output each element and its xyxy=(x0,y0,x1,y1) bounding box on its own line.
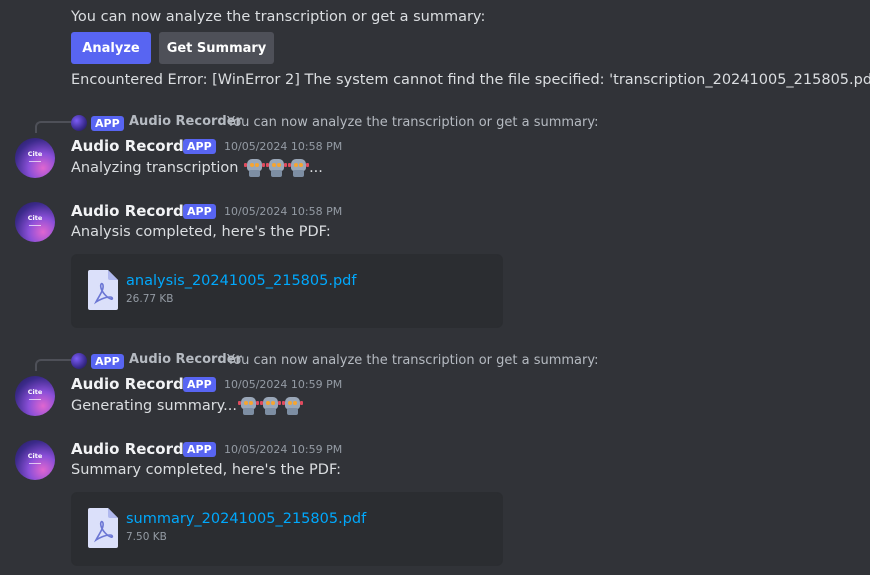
robot-emoji-group xyxy=(238,396,304,416)
file-size: 26.77 KB xyxy=(126,293,174,305)
robot-emoji-icon xyxy=(282,396,304,416)
reply-connector xyxy=(35,359,71,371)
app-tag: APP xyxy=(183,377,216,392)
analyze-button[interactable]: Analyze xyxy=(71,32,151,64)
avatar-label: Cite xyxy=(27,452,43,460)
file-attachment[interactable]: summary_20241005_215805.pdf 7.50 KB xyxy=(71,492,503,566)
robot-emoji-icon xyxy=(260,396,282,416)
author-name[interactable]: Audio Recorder xyxy=(71,440,201,458)
robot-emoji-icon xyxy=(266,158,288,178)
timestamp[interactable]: 10/05/2024 10:58 PM xyxy=(224,205,342,218)
avatar-label: Cite xyxy=(27,214,43,222)
message-suffix: ... xyxy=(309,160,323,176)
robot-emoji-icon xyxy=(244,158,266,178)
pdf-file-icon xyxy=(88,270,118,310)
app-tag: APP xyxy=(91,354,124,369)
reply-avatar[interactable] xyxy=(71,115,87,131)
reply-author[interactable]: Audio Recorder xyxy=(129,352,242,367)
robot-emoji-icon xyxy=(288,158,310,178)
reply-connector xyxy=(35,121,71,133)
pdf-file-icon xyxy=(88,508,118,548)
bot-avatar[interactable]: Cite xyxy=(15,202,55,242)
error-message: Encountered Error: [WinError 2] The syst… xyxy=(71,72,870,88)
file-attachment[interactable]: analysis_20241005_215805.pdf 26.77 KB xyxy=(71,254,503,328)
bot-avatar[interactable]: Cite xyxy=(15,440,55,480)
robot-emoji-group xyxy=(244,158,310,178)
message-text: You can now analyze the transcription or… xyxy=(71,9,486,25)
bot-avatar[interactable]: Cite xyxy=(15,376,55,416)
reply-preview[interactable]: You can now analyze the transcription or… xyxy=(227,115,598,130)
message-body: Analyzing transcription xyxy=(71,160,239,176)
author-name[interactable]: Audio Recorder xyxy=(71,202,201,220)
app-tag: APP xyxy=(183,139,216,154)
file-name-link[interactable]: analysis_20241005_215805.pdf xyxy=(126,273,357,289)
reply-author[interactable]: Audio Recorder xyxy=(129,114,242,129)
timestamp[interactable]: 10/05/2024 10:59 PM xyxy=(224,378,342,391)
timestamp[interactable]: 10/05/2024 10:59 PM xyxy=(224,443,342,456)
reply-avatar[interactable] xyxy=(71,353,87,369)
author-name[interactable]: Audio Recorder xyxy=(71,375,201,393)
reply-preview[interactable]: You can now analyze the transcription or… xyxy=(227,353,598,368)
author-name[interactable]: Audio Recorder xyxy=(71,137,201,155)
robot-emoji-icon xyxy=(238,396,260,416)
get-summary-button[interactable]: Get Summary xyxy=(159,32,274,64)
bot-avatar[interactable]: Cite xyxy=(15,138,55,178)
app-tag: APP xyxy=(183,442,216,457)
timestamp[interactable]: 10/05/2024 10:58 PM xyxy=(224,140,342,153)
message-text: Summary completed, here's the PDF: xyxy=(71,462,342,478)
app-tag: APP xyxy=(183,204,216,219)
avatar-label: Cite xyxy=(27,388,43,396)
file-size: 7.50 KB xyxy=(126,531,167,543)
file-name-link[interactable]: summary_20241005_215805.pdf xyxy=(126,511,366,527)
message-text: Generating summary... xyxy=(71,396,304,416)
app-tag: APP xyxy=(91,116,124,131)
avatar-label: Cite xyxy=(27,150,43,158)
message-text: Analysis completed, here's the PDF: xyxy=(71,224,331,240)
message-body: Generating summary... xyxy=(71,398,238,414)
message-text: Analyzing transcription ... xyxy=(71,158,323,178)
